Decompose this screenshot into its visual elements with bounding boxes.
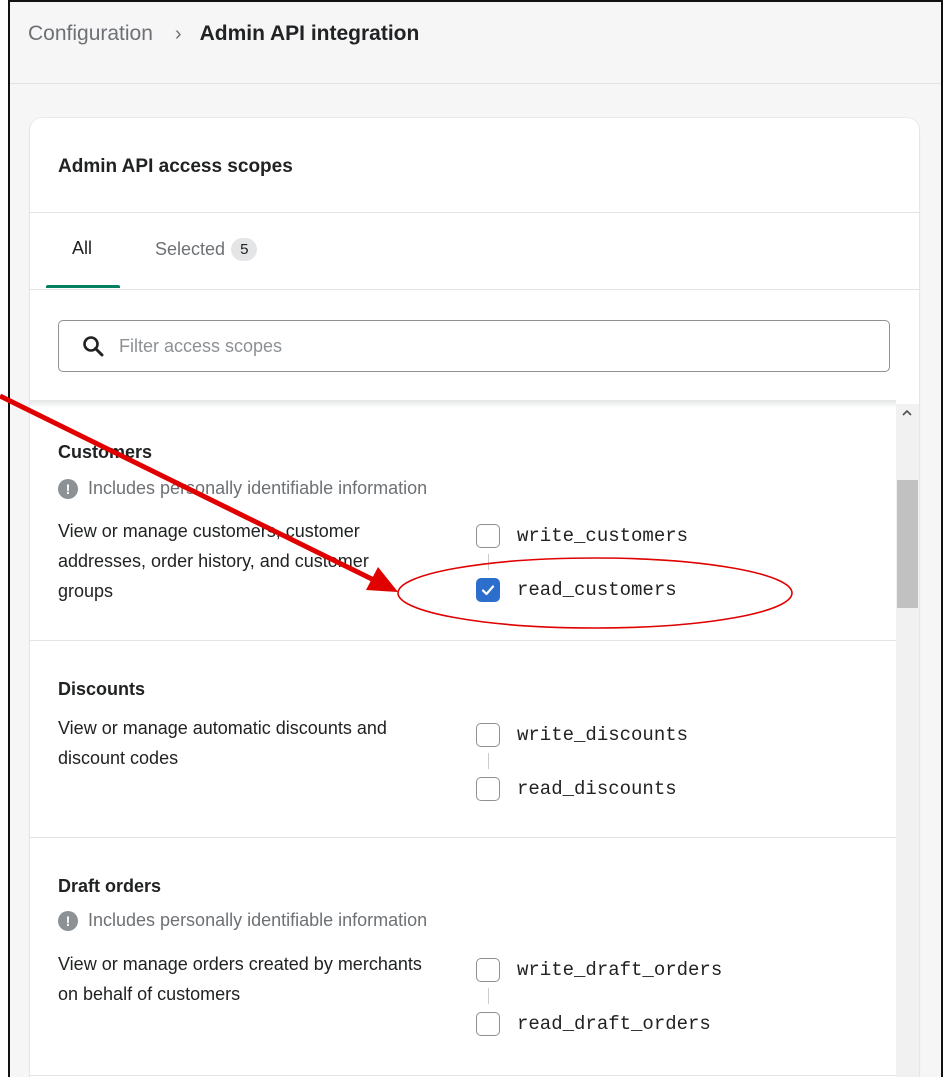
breadcrumb: Configuration › Admin API integration <box>28 22 419 46</box>
divider <box>30 212 919 213</box>
pii-notice: ! Includes personally identifiable infor… <box>58 910 427 931</box>
breadcrumb-current: Admin API integration <box>199 22 420 45</box>
pii-notice-text: Includes personally identifiable informa… <box>88 910 428 930</box>
scope-read-customers[interactable]: read_customers <box>476 578 677 602</box>
tab-selected-label: Selected <box>155 239 226 259</box>
section-description: View or manage automatic discounts and d… <box>58 718 387 768</box>
checkmark-icon <box>481 585 495 596</box>
scope-read-discounts[interactable]: read_discounts <box>476 777 677 801</box>
scrollbar[interactable] <box>896 404 919 1077</box>
scope-section-draft-orders: Draft orders ! Includes personally ident… <box>30 838 896 1076</box>
section-title: Customers <box>58 442 153 462</box>
section-title: Discounts <box>58 679 146 699</box>
breadcrumb-parent-link[interactable]: Configuration <box>28 22 153 46</box>
pii-notice: ! Includes personally identifiable infor… <box>58 478 427 499</box>
search-field[interactable] <box>58 320 890 372</box>
section-title: Draft orders <box>58 876 162 896</box>
tab-all[interactable]: All <box>72 238 92 259</box>
search-icon <box>82 335 104 357</box>
card-title: Admin API access scopes <box>58 156 293 177</box>
tab-all-label: All <box>72 238 93 258</box>
window-border-left <box>8 0 10 1077</box>
scroll-shadow <box>30 400 896 408</box>
scope-section-discounts: Discounts View or manage automatic disco… <box>30 641 896 838</box>
scope-connector <box>488 988 489 1004</box>
scope-write-discounts[interactable]: write_discounts <box>476 723 688 747</box>
scope-label: write_draft_orders <box>517 959 723 981</box>
scope-label: read_customers <box>517 579 677 601</box>
pii-notice-text: Includes personally identifiable informa… <box>88 478 428 498</box>
scope-label: write_customers <box>517 525 689 547</box>
active-tab-indicator <box>46 285 120 288</box>
checkbox[interactable] <box>476 1012 500 1036</box>
checkbox[interactable] <box>476 958 500 982</box>
divider <box>30 289 919 290</box>
scopes-list[interactable]: Customers ! Includes personally identifi… <box>30 404 896 1077</box>
scrollbar-thumb[interactable] <box>897 480 918 608</box>
scope-read-draft-orders[interactable]: read_draft_orders <box>476 1012 711 1036</box>
checkbox[interactable] <box>476 524 500 548</box>
scope-write-customers[interactable]: write_customers <box>476 524 688 548</box>
top-bar: Configuration › Admin API integration <box>10 2 941 84</box>
scope-label: read_discounts <box>517 778 677 800</box>
scope-section-customers: Customers ! Includes personally identifi… <box>30 404 896 641</box>
search-input[interactable] <box>119 335 819 357</box>
tab-selected[interactable]: Selected 5 <box>155 238 258 261</box>
exclamation-circle-icon: ! <box>58 910 78 931</box>
window-border-top <box>8 0 943 2</box>
exclamation-circle-icon: ! <box>58 478 78 499</box>
scope-connector <box>488 554 489 570</box>
section-description: View or manage customers, customer addre… <box>58 521 369 601</box>
app-window: Configuration › Admin API integration Ad… <box>0 0 943 1077</box>
selected-count-badge: 5 <box>231 238 258 261</box>
scope-label: write_discounts <box>517 724 689 746</box>
section-description: View or manage orders created by merchan… <box>58 954 422 1004</box>
checkbox[interactable] <box>476 777 500 801</box>
checkbox-checked[interactable] <box>476 578 500 602</box>
chevron-up-icon[interactable] <box>900 406 914 420</box>
checkbox[interactable] <box>476 723 500 747</box>
scope-write-draft-orders[interactable]: write_draft_orders <box>476 958 722 982</box>
breadcrumb-separator-icon: › <box>174 22 182 45</box>
scope-label: read_draft_orders <box>517 1013 711 1035</box>
scope-connector <box>488 753 489 769</box>
